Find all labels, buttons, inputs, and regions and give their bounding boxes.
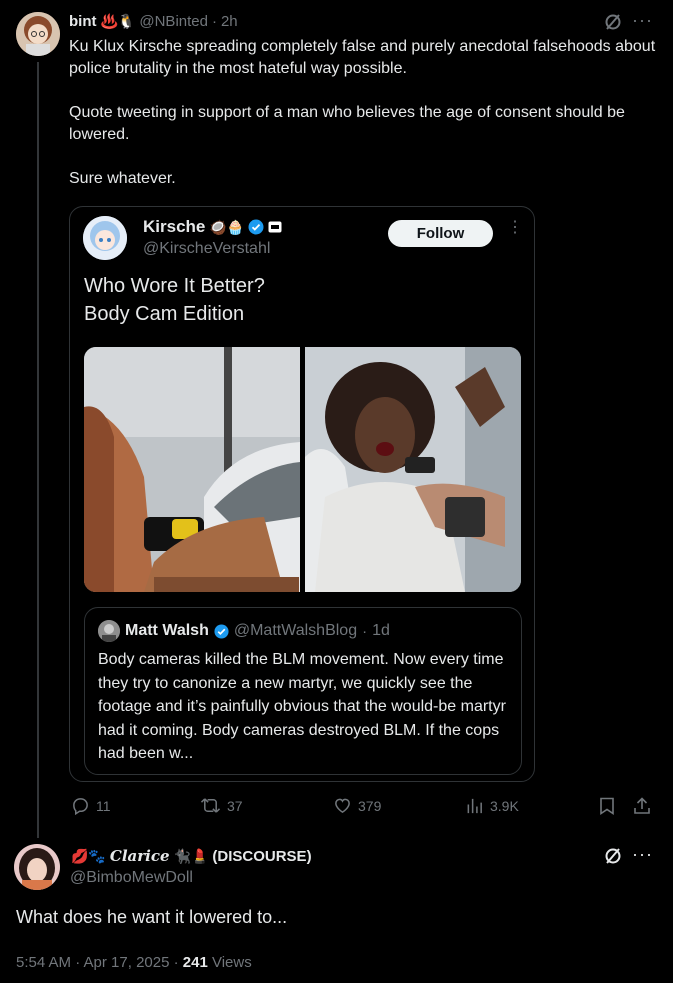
follow-button[interactable]: Follow bbox=[388, 220, 493, 247]
parent-time[interactable]: 2h bbox=[221, 13, 238, 30]
reply-count: 11 bbox=[96, 797, 111, 814]
nested-display-name[interactable]: Matt Walsh bbox=[125, 622, 209, 640]
views-icon bbox=[467, 798, 482, 814]
verified-badge-icon bbox=[214, 623, 229, 639]
quoted-more-icon[interactable]: ⋮ bbox=[507, 220, 523, 236]
nested-header: Matt Walsh @MattWalshBlog · 1d bbox=[125, 620, 390, 642]
like-count: 379 bbox=[358, 797, 382, 814]
more-options-icon[interactable]: ··· bbox=[632, 844, 653, 865]
repost-count: 37 bbox=[227, 797, 243, 814]
avatar-mattwalsh[interactable] bbox=[98, 620, 120, 642]
quoted-tweet-text: Who Wore It Better? Body Cam Edition bbox=[84, 275, 265, 325]
reply-views-count: 241 bbox=[182, 954, 208, 971]
avatar-clarice[interactable] bbox=[14, 844, 60, 890]
avatar-kirsche[interactable] bbox=[83, 216, 127, 260]
reply-icon bbox=[73, 798, 88, 815]
grok-icon[interactable] bbox=[603, 12, 623, 32]
nested-quote-text: Body cameras killed the BLM movement. No… bbox=[98, 651, 506, 762]
repost-icon bbox=[200, 798, 221, 813]
grok-icon[interactable] bbox=[603, 846, 623, 866]
heart-icon bbox=[335, 798, 350, 814]
repost-button[interactable]: 37 bbox=[200, 796, 243, 815]
verified-badge-icon bbox=[248, 219, 264, 235]
share-button[interactable] bbox=[633, 796, 651, 821]
reply-timestamp[interactable]: 5:54 AM · Apr 17, 2025 · bbox=[16, 954, 183, 971]
reply-views-label: Views bbox=[207, 954, 252, 971]
bookmark-icon bbox=[600, 797, 614, 815]
bodycam-image-right[interactable] bbox=[305, 347, 521, 592]
parent-tweet-text: Ku Klux Kirsche spreading completely fal… bbox=[69, 38, 656, 187]
avatar-bint[interactable] bbox=[16, 12, 60, 56]
nested-time[interactable]: 1d bbox=[372, 622, 390, 640]
quoted-name-emojis: 🥥🧁 bbox=[209, 218, 245, 235]
reply-handle[interactable]: @BimboMewDoll bbox=[70, 869, 193, 887]
reply-display-suffix[interactable]: (DISCOURSE) bbox=[212, 848, 311, 865]
parent-name-emojis: ♨️🐧 bbox=[100, 12, 136, 29]
parent-handle[interactable]: @NBinted bbox=[139, 13, 208, 30]
reply-display-name[interactable]: 𝑪𝒍𝒂𝒓𝒊𝒄𝒆 bbox=[110, 847, 170, 865]
views-button[interactable]: 3.9K bbox=[466, 796, 519, 815]
reply-meta: 5:54 AM · Apr 17, 2025 · 241 Views bbox=[16, 954, 252, 971]
bookmark-button[interactable] bbox=[598, 796, 616, 821]
quoted-header: Kirsche 🥥🧁 bbox=[143, 216, 282, 238]
quoted-display-name[interactable]: Kirsche bbox=[143, 217, 205, 237]
nested-handle[interactable]: @MattWalshBlog bbox=[234, 622, 357, 640]
like-button[interactable]: 379 bbox=[333, 796, 381, 815]
views-count: 3.9K bbox=[490, 797, 519, 814]
kiss-lips-icon: 💋🐾 bbox=[71, 847, 106, 864]
share-icon bbox=[634, 797, 650, 814]
reply-tweet-text: What does he want it lowered to... bbox=[16, 907, 288, 927]
more-options-icon[interactable]: ··· bbox=[632, 10, 653, 31]
thread-line bbox=[37, 62, 39, 838]
bodycam-image-left[interactable] bbox=[84, 347, 300, 592]
dot-separator: · bbox=[211, 12, 217, 30]
quoted-handle[interactable]: @KirscheVerstahl bbox=[143, 240, 270, 258]
parent-header: bint ♨️🐧 @NBinted · 2h bbox=[69, 11, 238, 31]
dot-separator: · bbox=[362, 622, 368, 640]
parent-display-name[interactable]: bint bbox=[69, 13, 97, 30]
affiliate-badge-icon bbox=[268, 221, 282, 233]
reply-header: 💋🐾 𝑪𝒍𝒂𝒓𝒊𝒄𝒆 🐈‍⬛💄 (DISCOURSE) bbox=[71, 845, 312, 867]
cat-lipstick-icon: 🐈‍⬛💄 bbox=[173, 847, 209, 864]
reply-button[interactable]: 11 bbox=[71, 796, 111, 815]
